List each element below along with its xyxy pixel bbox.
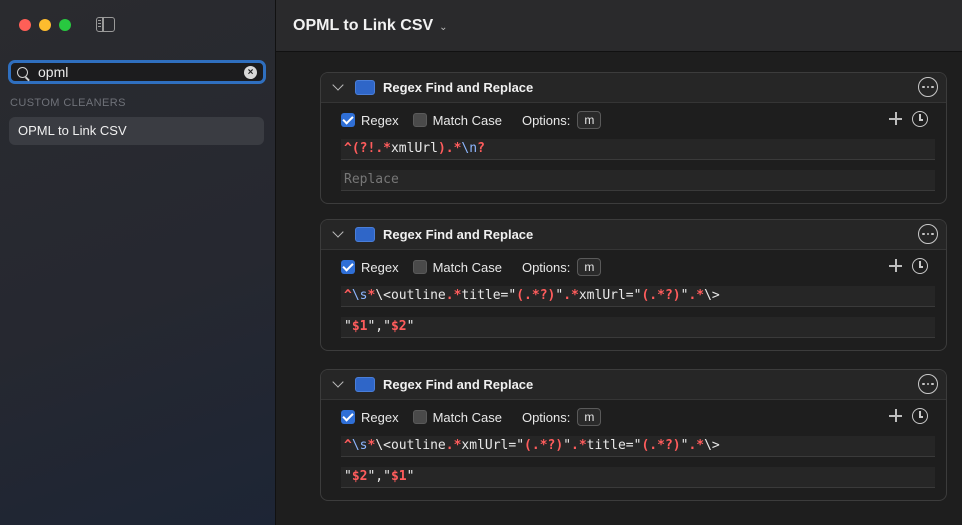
replace-field[interactable]: Replace	[341, 170, 935, 191]
color-swatch[interactable]	[355, 377, 375, 392]
replace-field[interactable]: "$1","$2"	[341, 317, 935, 338]
regex-card-3: Regex Find and Replace Regex Match Case …	[320, 369, 947, 501]
chevron-down-icon[interactable]	[332, 79, 344, 91]
options-row: Regex Match Case Options: m	[321, 400, 946, 434]
card-header: Regex Find and Replace	[321, 73, 946, 103]
options-label: Options:	[521, 409, 571, 425]
more-options-icon[interactable]	[918, 224, 938, 244]
main-panel: OPML to Link CSV ⌄ Regex Find and Replac…	[276, 0, 962, 525]
more-options-icon[interactable]	[918, 77, 938, 97]
find-text: ^\s*\<outline.*title="(.*?)".*xmlUrl="(.…	[344, 288, 720, 303]
options-input[interactable]: m	[577, 111, 602, 129]
card-header: Regex Find and Replace	[321, 220, 946, 250]
replace-text: "$2","$1"	[344, 469, 415, 484]
card-title: Regex Find and Replace	[383, 227, 534, 242]
minimize-window-button[interactable]	[39, 19, 51, 31]
find-text: ^(?!.*xmlUrl).*\n?	[344, 141, 485, 156]
match-case-checkbox[interactable]	[412, 113, 427, 127]
more-options-icon[interactable]	[918, 374, 938, 394]
add-icon[interactable]	[889, 112, 902, 125]
color-swatch[interactable]	[355, 80, 375, 95]
search-input[interactable]	[38, 64, 238, 80]
match-case-checkbox[interactable]	[412, 410, 427, 424]
options-label: Options:	[521, 112, 571, 128]
regex-card-2: Regex Find and Replace Regex Match Case …	[320, 219, 947, 351]
card-title: Regex Find and Replace	[383, 377, 534, 392]
match-case-checkbox[interactable]	[412, 260, 427, 274]
regex-checkbox[interactable]	[341, 113, 355, 127]
color-swatch[interactable]	[355, 227, 375, 242]
options-label: Options:	[521, 259, 571, 275]
find-field[interactable]: ^(?!.*xmlUrl).*\n?	[341, 139, 935, 160]
match-case-label: Match Case	[432, 259, 502, 275]
clear-search-icon[interactable]: ×	[244, 66, 257, 79]
regex-label: Regex	[361, 259, 399, 275]
match-case-label: Match Case	[432, 409, 502, 425]
options-input[interactable]: m	[577, 258, 602, 276]
page-title[interactable]: OPML to Link CSV	[293, 17, 433, 35]
regex-label: Regex	[361, 112, 399, 128]
clock-icon[interactable]	[912, 408, 928, 424]
replace-field[interactable]: "$2","$1"	[341, 467, 935, 488]
search-field[interactable]: ×	[8, 60, 266, 84]
regex-checkbox[interactable]	[341, 410, 355, 424]
clock-icon[interactable]	[912, 258, 928, 274]
regex-checkbox[interactable]	[341, 260, 355, 274]
search-icon	[17, 66, 28, 78]
zoom-window-button[interactable]	[59, 19, 71, 31]
sidebar: × CUSTOM CLEANERS OPML to Link CSV	[0, 0, 276, 525]
find-field[interactable]: ^\s*\<outline.*xmlUrl="(.*?)".*title="(.…	[341, 436, 935, 457]
replace-placeholder: Replace	[344, 172, 399, 187]
clock-icon[interactable]	[912, 111, 928, 127]
chevron-down-icon[interactable]	[332, 376, 344, 388]
options-row: Regex Match Case Options: m	[321, 250, 946, 284]
title-bar: OPML to Link CSV ⌄	[276, 0, 962, 52]
sidebar-toggle-icon[interactable]	[96, 17, 115, 32]
regex-card-1: Regex Find and Replace Regex Match Case …	[320, 72, 947, 204]
card-header: Regex Find and Replace	[321, 370, 946, 400]
chevron-down-icon[interactable]	[332, 226, 344, 238]
options-input[interactable]: m	[577, 408, 602, 426]
close-window-button[interactable]	[19, 19, 31, 31]
card-title: Regex Find and Replace	[383, 80, 534, 95]
add-icon[interactable]	[889, 259, 902, 272]
find-text: ^\s*\<outline.*xmlUrl="(.*?)".*title="(.…	[344, 438, 720, 453]
window-controls	[19, 19, 71, 31]
match-case-label: Match Case	[432, 112, 502, 128]
chevron-down-icon[interactable]: ⌄	[439, 22, 447, 33]
section-title: CUSTOM CLEANERS	[10, 97, 126, 109]
replace-text: "$1","$2"	[344, 319, 415, 334]
sidebar-item-opml-to-link-csv[interactable]: OPML to Link CSV	[9, 117, 264, 145]
options-row: Regex Match Case Options: m	[321, 103, 946, 137]
regex-label: Regex	[361, 409, 399, 425]
add-icon[interactable]	[889, 409, 902, 422]
find-field[interactable]: ^\s*\<outline.*title="(.*?)".*xmlUrl="(.…	[341, 286, 935, 307]
